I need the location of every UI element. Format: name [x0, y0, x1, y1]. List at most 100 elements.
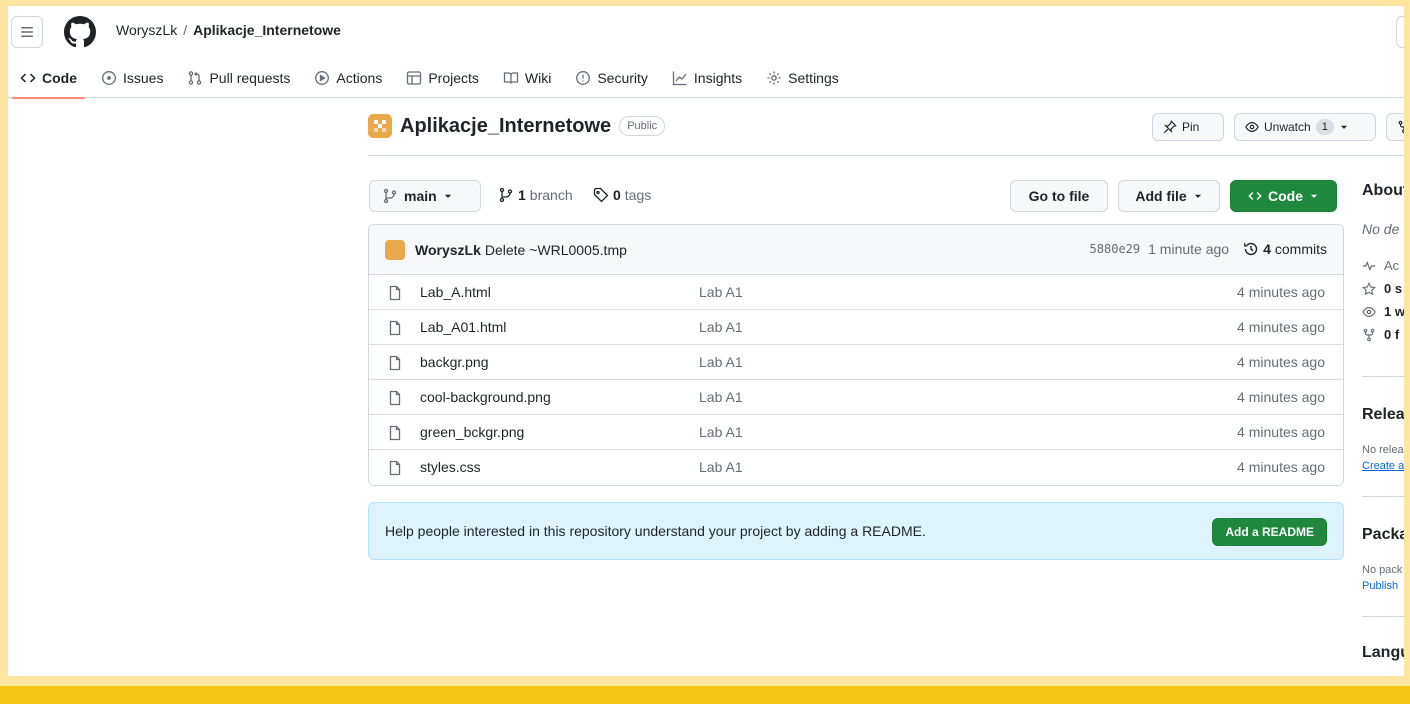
commit-time: 1 minute ago — [1148, 241, 1230, 257]
breadcrumb-separator: / — [183, 22, 188, 38]
file-age: 4 minutes ago — [1237, 319, 1325, 335]
graph-icon — [672, 71, 687, 86]
create-release-link[interactable]: Create a — [1362, 460, 1404, 472]
file-name[interactable]: Lab_A.html — [420, 284, 491, 300]
file-row[interactable]: Lab_A.html Lab A1 4 minutes ago — [369, 275, 1343, 310]
tab-security[interactable]: Security — [563, 58, 660, 98]
tab-label: Issues — [123, 70, 164, 86]
tag-icon — [593, 187, 609, 203]
file-row[interactable]: cool-background.png Lab A1 4 minutes ago — [369, 380, 1343, 415]
tab-code[interactable]: Code — [8, 58, 89, 99]
play-icon — [315, 71, 330, 85]
file-name[interactable]: Lab_A01.html — [420, 319, 506, 335]
branches-link[interactable]: 1 branch — [498, 187, 573, 203]
file-commit-message[interactable]: Lab A1 — [699, 424, 743, 440]
readme-banner-text: Help people interested in this repositor… — [385, 523, 926, 539]
tab-issues[interactable]: Issues — [89, 58, 175, 98]
stars-link[interactable]: 0 s — [1362, 281, 1402, 296]
code-icon — [1248, 192, 1262, 200]
header-search-button[interactable] — [1396, 16, 1404, 48]
sidebar-divider — [1362, 616, 1404, 617]
file-name[interactable]: green_bckgr.png — [420, 424, 524, 440]
commits-label: commits — [1274, 241, 1327, 257]
pin-button[interactable]: Pin — [1152, 113, 1224, 141]
fork-icon — [1363, 328, 1375, 341]
file-row[interactable]: Lab_A01.html Lab A1 4 minutes ago — [369, 310, 1343, 345]
title-divider — [368, 155, 1404, 156]
github-repo-page: WoryszLk / Aplikacje_Internetowe Code Issu… — [8, 6, 1404, 676]
history-icon — [1244, 242, 1258, 256]
add-readme-label: Add a README — [1225, 525, 1314, 539]
tag-label: tags — [624, 187, 652, 203]
file-commit-message[interactable]: Lab A1 — [699, 459, 743, 475]
pin-icon — [1163, 120, 1177, 134]
releases-heading[interactable]: Releas — [1362, 406, 1404, 424]
frame-bottom-bar — [0, 686, 1410, 704]
gear-icon — [767, 71, 781, 85]
file-icon — [389, 355, 401, 371]
tags-link[interactable]: 0 tags — [593, 187, 651, 203]
activity-link[interactable]: Ac — [1362, 258, 1399, 273]
file-commit-message[interactable]: Lab A1 — [699, 319, 743, 335]
tab-label: Security — [597, 70, 648, 86]
chevron-down-icon — [1194, 194, 1201, 198]
owner-avatar[interactable] — [368, 114, 392, 138]
forks-link[interactable]: 0 f — [1362, 327, 1399, 342]
tab-insights[interactable]: Insights — [660, 58, 754, 98]
file-name[interactable]: backgr.png — [420, 354, 489, 370]
commits-count: 4 — [1263, 241, 1271, 257]
fork-button[interactable] — [1386, 113, 1404, 141]
about-description: No de — [1362, 221, 1400, 237]
stars-label: 0 s — [1384, 281, 1403, 296]
file-name[interactable]: styles.css — [420, 459, 481, 475]
owner-link[interactable]: WoryszLk — [116, 22, 177, 38]
table-icon — [407, 71, 422, 85]
unwatch-button[interactable]: Unwatch 1 — [1234, 113, 1376, 141]
github-logo-icon[interactable] — [64, 16, 96, 48]
file-age: 4 minutes ago — [1237, 424, 1325, 440]
tab-pull-requests[interactable]: Pull requests — [175, 58, 302, 98]
add-readme-button[interactable]: Add a README — [1212, 518, 1327, 546]
file-row[interactable]: green_bckgr.png Lab A1 4 minutes ago — [369, 415, 1343, 450]
file-commit-message[interactable]: Lab A1 — [699, 354, 743, 370]
page-title[interactable]: Aplikacje_Internetowe — [400, 115, 611, 138]
tab-settings[interactable]: Settings — [754, 58, 851, 98]
tab-wiki[interactable]: Wiki — [491, 58, 563, 98]
tab-projects[interactable]: Projects — [394, 58, 491, 98]
readme-banner: Help people interested in this repositor… — [368, 502, 1344, 560]
commit-sha[interactable]: 5880e29 — [1090, 242, 1141, 256]
branch-name: main — [404, 188, 437, 204]
commit-author-avatar[interactable] — [385, 239, 405, 260]
add-file-button[interactable]: Add file — [1118, 180, 1220, 212]
file-row[interactable]: styles.css Lab A1 4 minutes ago — [369, 450, 1343, 485]
sidebar-divider — [1362, 376, 1404, 377]
packages-heading[interactable]: Packa — [1362, 526, 1404, 544]
file-row[interactable]: backgr.png Lab A1 4 minutes ago — [369, 345, 1343, 380]
commit-message[interactable]: Delete ~WRL0005.tmp — [485, 242, 627, 258]
repo-link[interactable]: Aplikacje_Internetowe — [193, 22, 341, 38]
tab-label: Actions — [336, 70, 383, 86]
shield-icon — [576, 71, 591, 85]
tab-actions[interactable]: Actions — [302, 58, 394, 98]
branch-selector[interactable]: main — [369, 180, 481, 212]
commits-link[interactable]: 4 commits — [1243, 241, 1327, 257]
about-heading: About — [1362, 182, 1404, 199]
tag-count: 0 — [613, 187, 621, 203]
go-to-file-button[interactable]: Go to file — [1010, 180, 1108, 212]
file-commit-message[interactable]: Lab A1 — [699, 389, 743, 405]
file-commit-message[interactable]: Lab A1 — [699, 284, 743, 300]
commit-meta: 5880e29 1 minute ago 4 commits — [1090, 241, 1327, 257]
file-name[interactable]: cool-background.png — [420, 389, 551, 405]
tab-label: Pull requests — [209, 70, 291, 86]
watch-counter: 1 — [1315, 119, 1334, 135]
eye-icon — [1362, 306, 1376, 317]
frame-right — [1404, 0, 1410, 704]
commit-author[interactable]: WoryszLk — [415, 242, 481, 258]
menu-button[interactable] — [11, 16, 43, 48]
code-label: Code — [1268, 188, 1303, 204]
code-button[interactable]: Code — [1230, 180, 1337, 212]
pull-request-icon — [189, 71, 202, 85]
branch-label: branch — [529, 187, 573, 203]
publish-package-link[interactable]: Publish — [1362, 580, 1398, 592]
watching-link[interactable]: 1 w — [1362, 304, 1404, 319]
